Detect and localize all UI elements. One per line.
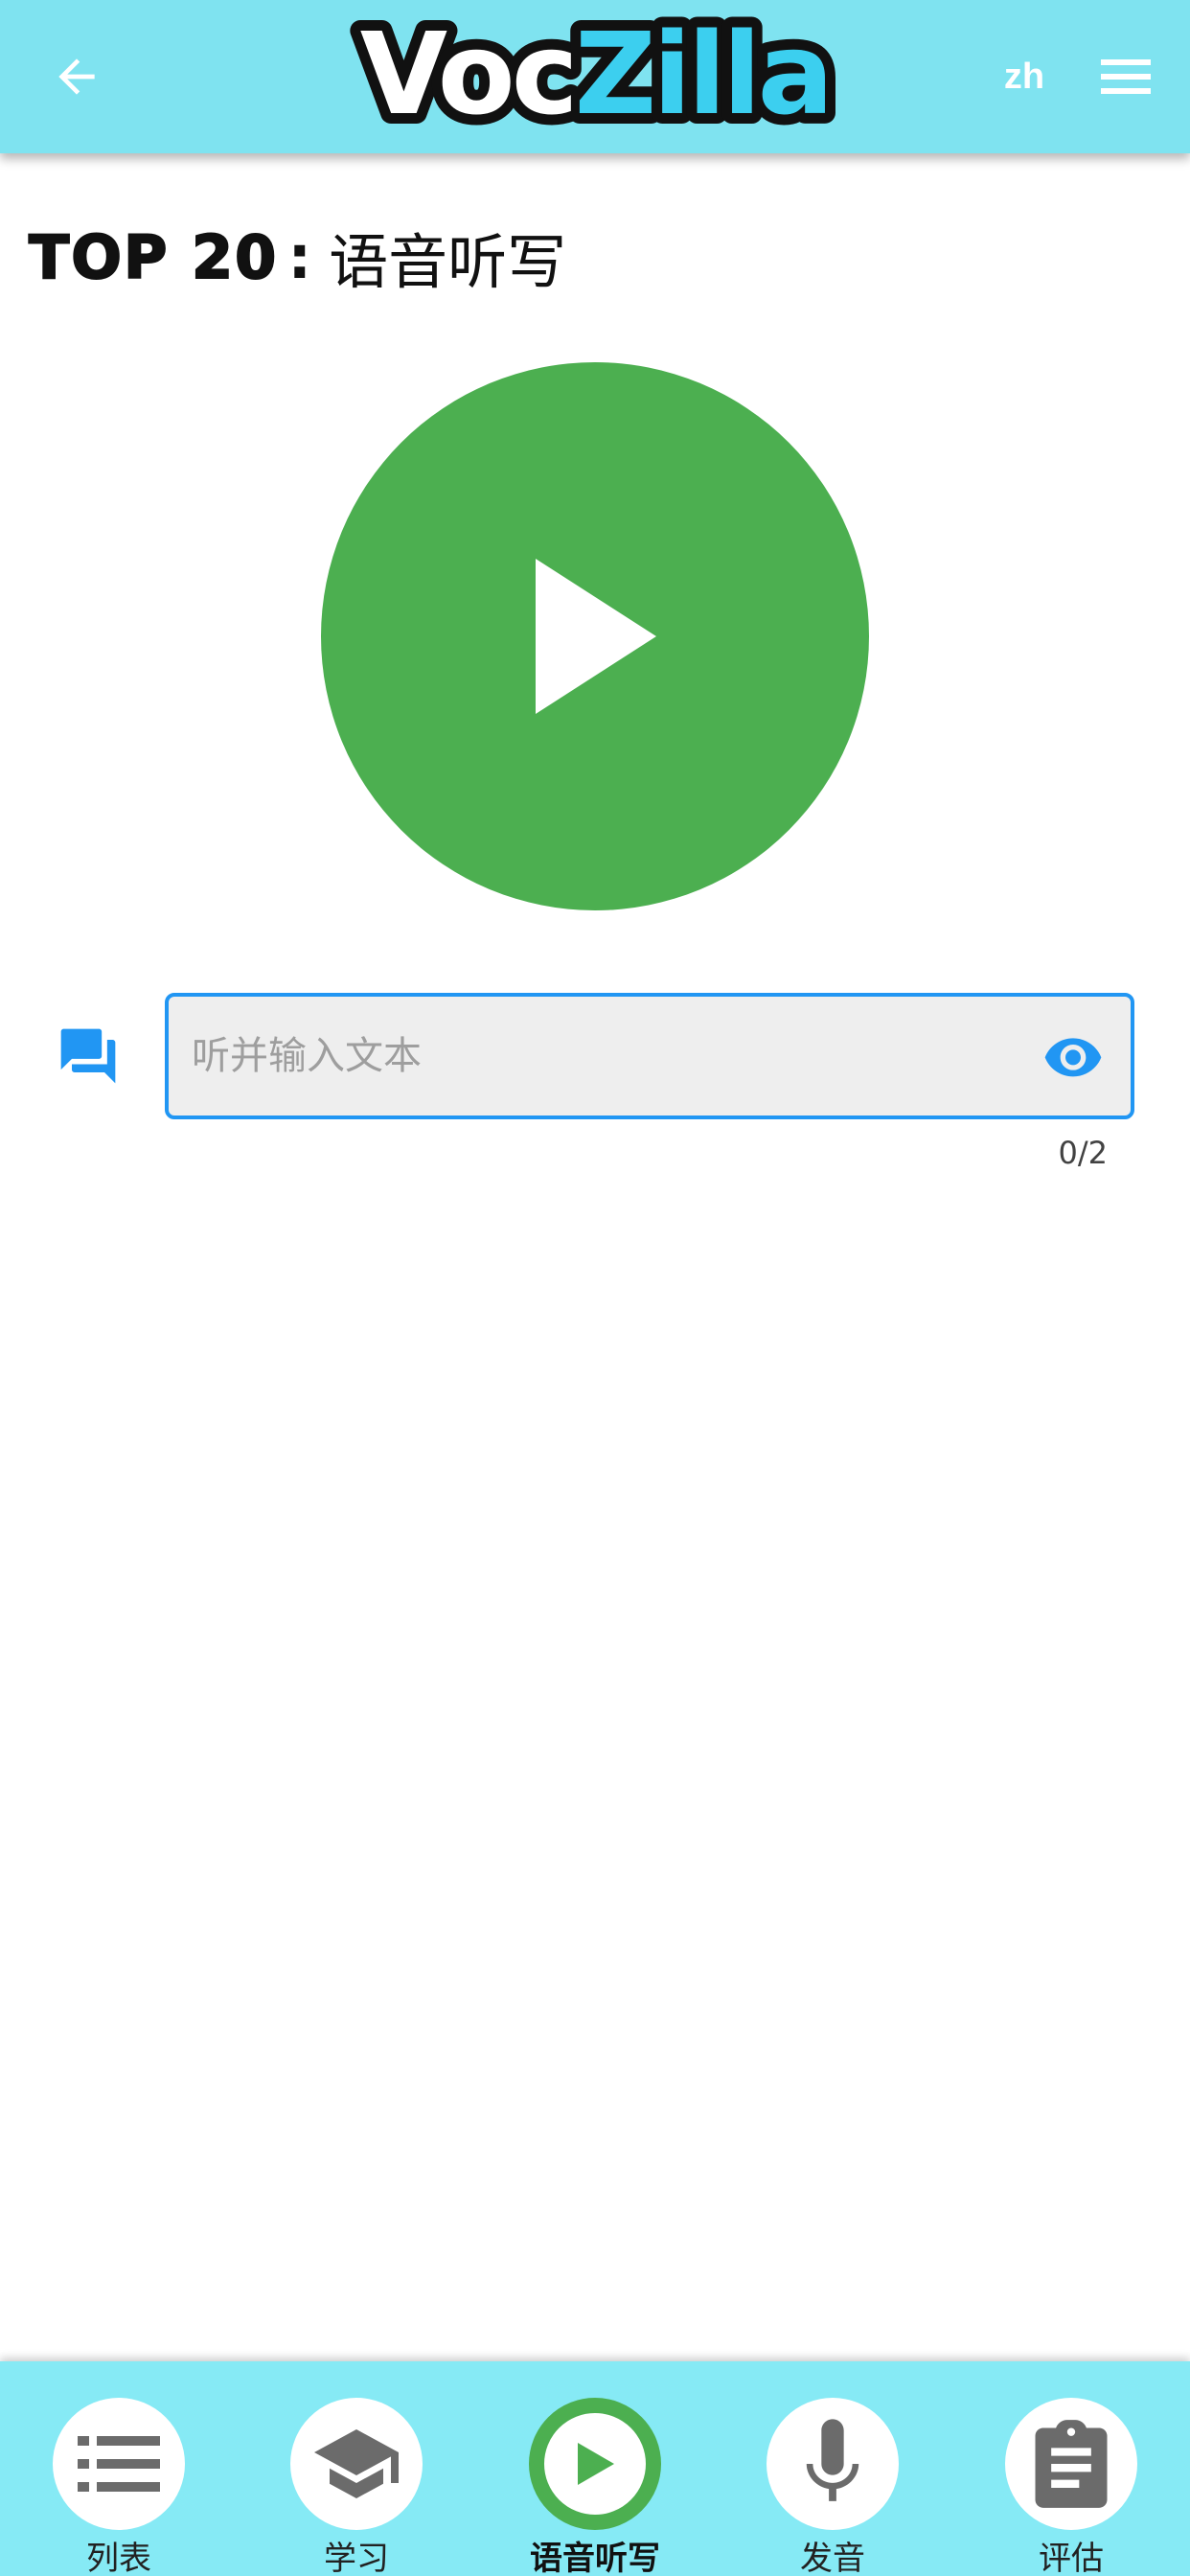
logo-voc: Voc [360,12,575,140]
nav-item-assessment[interactable]: 评估 [952,2379,1190,2576]
chat-bubbles-icon [60,1028,116,1084]
title-prefix: TOP 20 [28,221,279,293]
nav-item-dictation[interactable]: 语音听写 [476,2379,714,2576]
svg-text:VocZilla: VocZilla [360,12,830,140]
nav-label: 列表 [86,2540,151,2576]
bottom-navigation: 列表 学习 语音听写 发音 评估 [0,2361,1190,2576]
graduation-cap-icon [314,2429,399,2498]
logo-zilla: Zilla [575,12,831,140]
reveal-answer-button[interactable] [1042,1029,1104,1083]
hamburger-menu-icon [1101,59,1151,94]
page-title: TOP 20 : 语音听写 [28,218,566,298]
arrow-left-icon [58,58,95,95]
play-icon [536,559,656,714]
nav-label: 评估 [1039,2540,1104,2576]
nav-item-learn[interactable]: 学习 [238,2379,475,2576]
language-switch[interactable]: zh [977,48,1071,105]
nav-label: 发音 [800,2540,865,2576]
top-app-bar: VocZilla VocZilla zh [0,0,1190,153]
microphone-icon [806,2419,859,2501]
nav-label: 语音听写 [530,2540,660,2576]
nav-item-pronunciation[interactable]: 发音 [714,2379,951,2576]
back-button[interactable] [38,38,115,115]
dictation-input[interactable] [192,997,996,1116]
nav-item-list[interactable]: 列表 [0,2379,238,2576]
play-audio-button[interactable] [321,362,869,910]
title-separator: : [287,221,312,292]
clipboard-icon [1035,2420,1108,2508]
nav-label: 学习 [324,2540,389,2576]
dictation-input-field [165,993,1134,1119]
title-main: 语音听写 [329,227,567,297]
play-circle-icon [578,2443,614,2485]
app-logo: VocZilla VocZilla [318,12,872,142]
list-icon [78,2436,160,2492]
progress-counter: 0/2 [1058,1135,1109,1171]
menu-button[interactable] [1083,38,1169,115]
dictation-screen: VocZilla VocZilla zh TOP 20 : 语音听写 听并输入文… [0,0,1190,2576]
eye-icon [1044,1038,1102,1077]
